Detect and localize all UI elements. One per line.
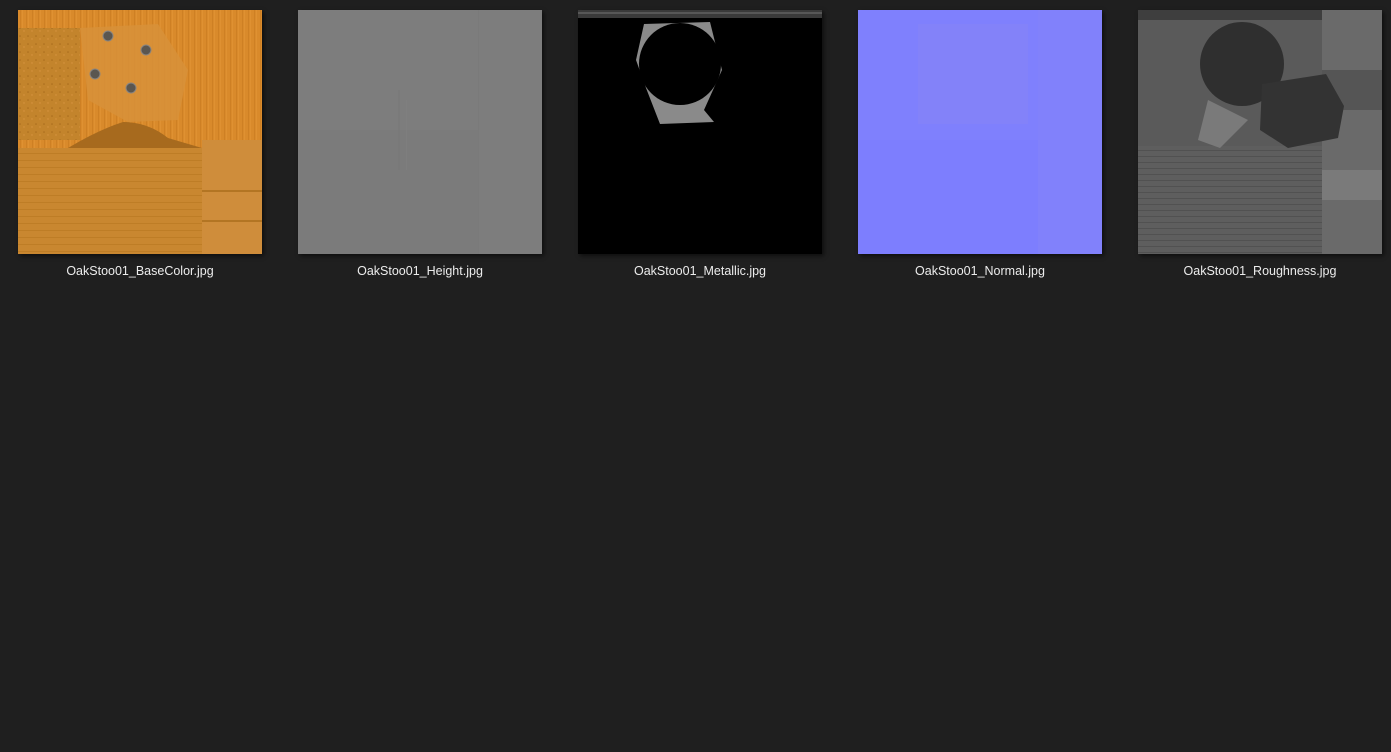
file-item-metallic[interactable]: OakStoo01_Metallic.jpg — [578, 10, 828, 282]
thumbnail-height[interactable] — [298, 10, 542, 254]
thumbnail-normal[interactable] — [858, 10, 1102, 254]
thumbnail-metallic[interactable] — [578, 10, 822, 254]
file-name: OakStoo01_Normal.jpg — [915, 264, 1045, 278]
file-name: OakStoo01_Metallic.jpg — [633, 264, 767, 278]
file-name: OakStoo01_Roughness.jpg — [1183, 264, 1337, 278]
thumbnail-basecolor[interactable] — [18, 10, 262, 254]
thumbnail-roughness[interactable] — [1138, 10, 1382, 254]
file-item-basecolor[interactable]: OakStoo01_BaseColor.jpg — [18, 10, 268, 282]
file-name: OakStoo01_BaseColor.jpg — [66, 264, 214, 278]
file-name: OakStoo01_Height.jpg — [357, 264, 483, 278]
file-grid: OakStoo01_BaseColor.jpg OakStoo01_Height… — [0, 0, 1391, 752]
file-item-roughness[interactable]: OakStoo01_Roughness.jpg — [1138, 10, 1388, 282]
file-item-height[interactable]: OakStoo01_Height.jpg — [298, 10, 548, 282]
file-item-normal[interactable]: OakStoo01_Normal.jpg — [858, 10, 1108, 282]
